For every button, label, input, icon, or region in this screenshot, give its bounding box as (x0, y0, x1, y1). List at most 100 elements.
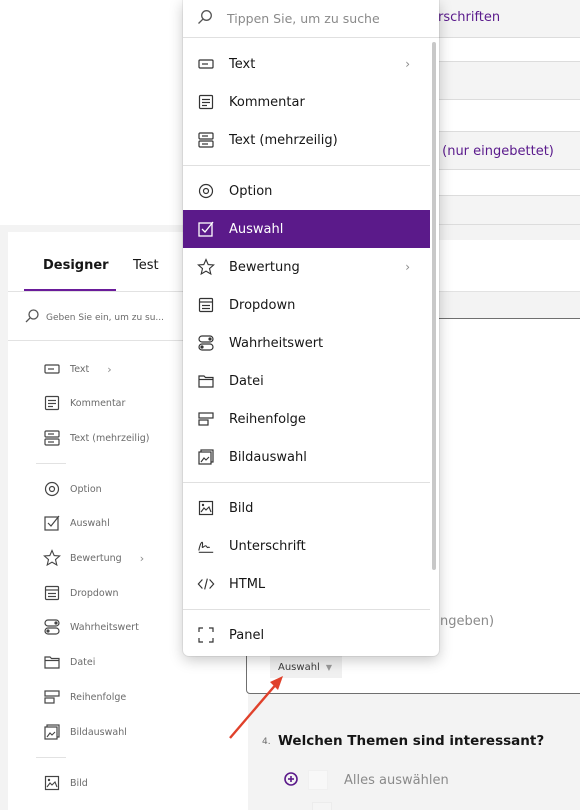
popup-item-label: Bild (229, 500, 254, 516)
divider (183, 482, 430, 483)
select-all-option: Alles auswählen (284, 770, 449, 790)
settings-row (420, 38, 580, 62)
popup-item-auswahl[interactable]: Auswahl (183, 210, 430, 248)
popup-scrollbar[interactable] (432, 42, 436, 570)
toolbox-item-bewertung[interactable]: Bewertung › (42, 547, 144, 569)
toolbox-item-datei[interactable]: Datei (42, 651, 95, 673)
popup-item-text[interactable]: Text › (183, 45, 430, 83)
popup-item-label: Kommentar (229, 94, 305, 110)
question-type-popup: Tippen Sie, um zu suche Text › Kommentar… (183, 0, 439, 656)
popup-item-label: Datei (229, 373, 264, 389)
toolbox-item-label: Bewertung (70, 552, 122, 564)
popup-search-placeholder: Tippen Sie, um zu suche (227, 11, 380, 26)
popup-item-bild[interactable]: Bild (183, 489, 430, 527)
toolbox-item-option[interactable]: Option (42, 478, 102, 500)
popup-item-label: Unterschrift (229, 538, 306, 554)
popup-item-label: Text (mehrzeilig) (229, 132, 338, 148)
select-all-label[interactable]: Alles auswählen (344, 773, 449, 788)
popup-item-label: Wahrheitswert (229, 335, 324, 351)
popup-item-wahrheitswert[interactable]: Wahrheitswert (183, 324, 430, 362)
toolbox-item-label: Wahrheitswert (70, 621, 139, 633)
image-icon (42, 773, 62, 793)
star-icon (42, 548, 62, 568)
search-icon (197, 9, 213, 29)
popup-item-multiline-text[interactable]: Text (mehrzeilig) (183, 121, 430, 159)
star-icon (197, 258, 215, 276)
question-title[interactable]: Welchen Themen sind interessant? (278, 733, 544, 749)
image-picker-icon (42, 722, 62, 742)
image-icon (197, 499, 215, 517)
toolbox-item-dropdown[interactable]: Dropdown (42, 582, 119, 604)
toolbox-item-bildauswahl[interactable]: Bildauswahl (42, 721, 127, 743)
toolbox-item-label: Text (70, 363, 90, 375)
popup-item-unterschrift[interactable]: Unterschrift (183, 527, 430, 565)
dropdown-icon (42, 583, 62, 603)
popup-item-html[interactable]: HTML (183, 565, 430, 603)
popup-item-kommentar[interactable]: Kommentar (183, 83, 430, 121)
chevron-right-icon: › (405, 260, 410, 274)
toolbox-item-bild[interactable]: Bild (42, 772, 88, 794)
folder-icon (42, 652, 62, 672)
text-icon (197, 55, 215, 73)
toolbox-search[interactable]: Geben Sie ein, um zu su... (24, 306, 204, 330)
settings-row (420, 170, 580, 196)
popup-item-bildauswahl[interactable]: Bildauswahl (183, 438, 430, 476)
popup-item-label: Dropdown (229, 297, 296, 313)
question-type-label: Auswahl (278, 661, 320, 673)
folder-icon (197, 372, 215, 390)
popup-item-label: HTML (229, 576, 266, 592)
popup-item-option[interactable]: Option (183, 172, 430, 210)
chevron-right-icon: › (405, 57, 410, 71)
toolbox-item-label: Bildauswahl (70, 726, 127, 738)
popup-item-bewertung[interactable]: Bewertung › (183, 248, 430, 286)
choice-checkbox[interactable] (312, 802, 332, 810)
tab-test[interactable]: Test (133, 258, 159, 273)
toggle-icon (42, 617, 62, 637)
radio-icon (197, 182, 215, 200)
select-all-checkbox[interactable] (308, 770, 328, 790)
popup-item-label: Auswahl (229, 221, 284, 237)
settings-row (420, 100, 580, 132)
toolbox-item-wahrheitswert[interactable]: Wahrheitswert (42, 616, 139, 638)
toolbox-item-label: Auswahl (70, 517, 110, 529)
popup-item-dropdown[interactable]: Dropdown (183, 286, 430, 324)
toolbox-item-label: Kommentar (70, 397, 126, 409)
toolbox-item-multiline-text[interactable]: Text (mehrzeilig) (42, 427, 149, 449)
popup-item-label: Reihenfolge (229, 411, 306, 427)
divider (36, 757, 66, 758)
image-picker-icon (197, 448, 215, 466)
multiline-text-icon (42, 428, 62, 448)
popup-item-datei[interactable]: Datei (183, 362, 430, 400)
add-choice-icon[interactable] (284, 771, 298, 790)
popup-item-label: Panel (229, 627, 265, 643)
comment-icon (197, 93, 215, 111)
popup-search[interactable]: Tippen Sie, um zu suche (183, 0, 439, 38)
toolbox-item-auswahl[interactable]: Auswahl (42, 512, 110, 534)
popup-item-reihenfolge[interactable]: Reihenfolge (183, 400, 430, 438)
settings-row (420, 196, 580, 225)
popup-item-label: Bildauswahl (229, 449, 307, 465)
divider (36, 463, 66, 464)
toolbox-item-kommentar[interactable]: Kommentar (42, 392, 125, 414)
divider (183, 609, 430, 610)
settings-link-text[interactable]: e (nur eingebettet) (430, 144, 554, 159)
chevron-right-icon: › (139, 551, 145, 565)
comment-icon (42, 393, 62, 413)
code-icon (197, 575, 215, 593)
checkbox-icon (42, 513, 62, 533)
toolbox-item-label: Bild (70, 777, 88, 789)
toggle-icon (197, 334, 215, 352)
toolbox-search-placeholder: Geben Sie ein, um zu su... (46, 313, 164, 323)
question-placeholder-text: ngeben) (440, 614, 495, 629)
search-icon (24, 308, 40, 328)
dropdown-icon (197, 296, 215, 314)
settings-link-text[interactable]: erschriften (430, 10, 500, 25)
tab-designer[interactable]: Designer (43, 258, 109, 273)
toolbox-item-label: Dropdown (70, 587, 119, 599)
toolbox-item-reihenfolge[interactable]: Reihenfolge (42, 686, 126, 708)
toolbox-item-text[interactable]: Text › (42, 358, 112, 380)
annotation-arrow-icon (229, 676, 283, 739)
ranking-icon (197, 410, 215, 428)
popup-item-panel[interactable]: Panel (183, 616, 430, 654)
chevron-right-icon: › (107, 362, 112, 376)
